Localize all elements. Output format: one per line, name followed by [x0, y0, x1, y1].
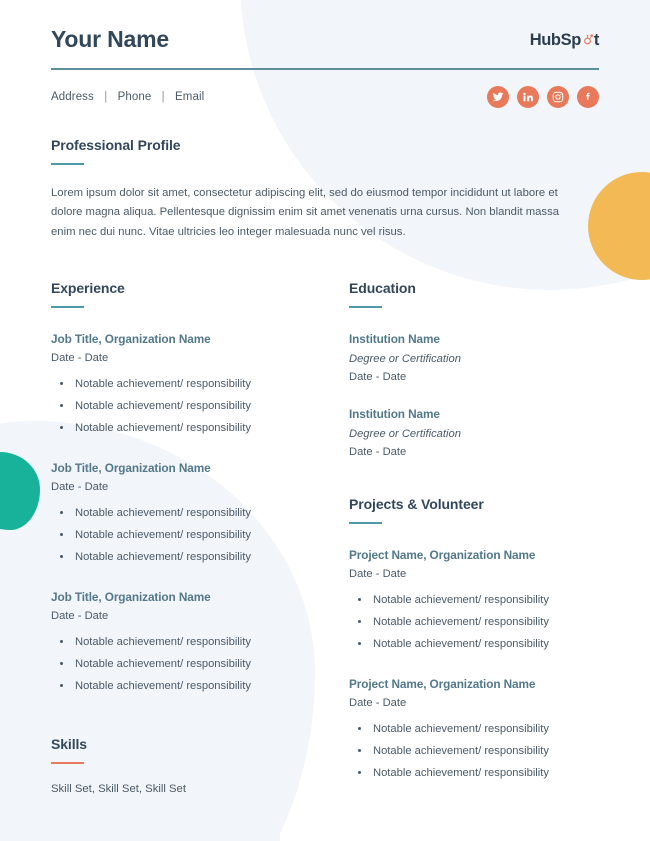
contact-separator: | [161, 90, 165, 103]
experience-entry-date: Date - Date [51, 610, 109, 623]
contact-separator: | [104, 90, 108, 103]
contact-phone: Phone [117, 90, 152, 103]
list-item: Notable achievement/ responsibility [73, 505, 319, 522]
project-entry: Project Name, Organization Name Date - D… [349, 677, 599, 782]
instagram-icon[interactable] [547, 85, 569, 108]
project-entry-date: Date - Date [349, 568, 407, 581]
list-item: Notable achievement/ responsibility [371, 592, 599, 609]
page-title: Your Name [51, 26, 169, 52]
right-column: Education Institution Name Degree or Cer… [349, 280, 599, 795]
section-title-experience: Experience [51, 280, 125, 297]
experience-entry-date: Date - Date [51, 481, 109, 494]
education-institution: Institution Name [349, 332, 440, 347]
contact-address: Address [51, 90, 94, 103]
left-column: Experience Job Title, Organization Name … [51, 280, 319, 795]
contact-email: Email [175, 90, 205, 103]
professional-profile-section: Professional Profile Lorem ipsum dolor s… [51, 137, 599, 243]
section-title-projects: Projects & Volunteer [349, 496, 484, 513]
projects-section: Projects & Volunteer Project Name, Organ… [349, 496, 599, 782]
hubspot-logo-suffix: t [593, 30, 600, 49]
education-entry: Institution Name Degree or Certification… [349, 407, 599, 458]
section-rule [51, 306, 84, 309]
list-item: Notable achievement/ responsibility [371, 765, 599, 782]
education-section: Education Institution Name Degree or Cer… [349, 280, 599, 458]
experience-entry-title: Job Title, Organization Name [51, 590, 211, 605]
project-entry-title: Project Name, Organization Name [349, 548, 536, 563]
project-entry-bullets: Notable achievement/ responsibility Nota… [349, 721, 599, 782]
list-item: Notable achievement/ responsibility [73, 656, 319, 673]
section-rule [349, 306, 382, 309]
project-entry-bullets: Notable achievement/ responsibility Nota… [349, 592, 599, 653]
section-rule [51, 162, 84, 165]
facebook-icon[interactable] [577, 85, 599, 108]
project-entry-title: Project Name, Organization Name [349, 677, 536, 692]
project-entry-date: Date - Date [349, 697, 407, 710]
education-date: Date - Date [349, 371, 407, 384]
header-divider [51, 68, 599, 70]
list-item: Notable achievement/ responsibility [73, 398, 319, 415]
section-rule [349, 522, 382, 525]
hubspot-logo: HubSp t [529, 30, 600, 52]
list-item: Notable achievement/ responsibility [371, 636, 599, 653]
list-item: Notable achievement/ responsibility [371, 743, 599, 760]
section-title-professional-profile: Professional Profile [51, 136, 181, 153]
social-links [487, 85, 599, 108]
skills-section: Skills Skill Set, Skill Set, Skill Set [51, 736, 319, 795]
education-date: Date - Date [349, 446, 407, 459]
header: Your Name HubSp t [51, 0, 599, 51]
experience-entry-title: Job Title, Organization Name [51, 332, 211, 347]
experience-section: Experience Job Title, Organization Name … [51, 280, 319, 695]
experience-entry-bullets: Notable achievement/ responsibility Nota… [51, 376, 319, 437]
section-title-education: Education [349, 280, 416, 297]
list-item: Notable achievement/ responsibility [73, 376, 319, 393]
project-entry: Project Name, Organization Name Date - D… [349, 548, 599, 653]
list-item: Notable achievement/ responsibility [73, 420, 319, 437]
skills-body: Skill Set, Skill Set, Skill Set [51, 783, 186, 796]
list-item: Notable achievement/ responsibility [371, 614, 599, 631]
section-rule [51, 762, 84, 765]
education-institution: Institution Name [349, 407, 440, 422]
education-entry: Institution Name Degree or Certification… [349, 332, 599, 383]
experience-entry: Job Title, Organization Name Date - Date… [51, 461, 319, 566]
experience-entry-date: Date - Date [51, 352, 109, 365]
list-item: Notable achievement/ responsibility [73, 549, 319, 566]
resume-page: Your Name HubSp t Address | Phone | Emai… [0, 0, 650, 841]
professional-profile-body: Lorem ipsum dolor sit amet, consectetur … [51, 186, 560, 238]
experience-entry-bullets: Notable achievement/ responsibility Nota… [51, 634, 319, 695]
linkedin-icon[interactable] [517, 85, 539, 108]
resume-content: Your Name HubSp t Address | Phone | Emai… [0, 0, 650, 795]
contact-line: Address | Phone | Email [51, 91, 204, 103]
body-columns: Experience Job Title, Organization Name … [51, 280, 599, 795]
hubspot-logo-prefix: HubSp [529, 30, 582, 49]
section-title-skills: Skills [51, 736, 87, 753]
column-gap [319, 280, 349, 795]
experience-entry: Job Title, Organization Name Date - Date… [51, 332, 319, 437]
list-item: Notable achievement/ responsibility [73, 634, 319, 651]
twitter-icon[interactable] [487, 85, 509, 108]
list-item: Notable achievement/ responsibility [73, 527, 319, 544]
experience-entry-bullets: Notable achievement/ responsibility Nota… [51, 505, 319, 566]
contact-row: Address | Phone | Email [51, 85, 599, 108]
experience-entry-title: Job Title, Organization Name [51, 461, 211, 476]
education-degree: Degree or Certification [349, 428, 461, 441]
list-item: Notable achievement/ responsibility [73, 678, 319, 695]
experience-entry: Job Title, Organization Name Date - Date… [51, 590, 319, 695]
list-item: Notable achievement/ responsibility [371, 721, 599, 738]
education-degree: Degree or Certification [349, 353, 461, 366]
hubspot-sprocket-icon [581, 33, 594, 46]
